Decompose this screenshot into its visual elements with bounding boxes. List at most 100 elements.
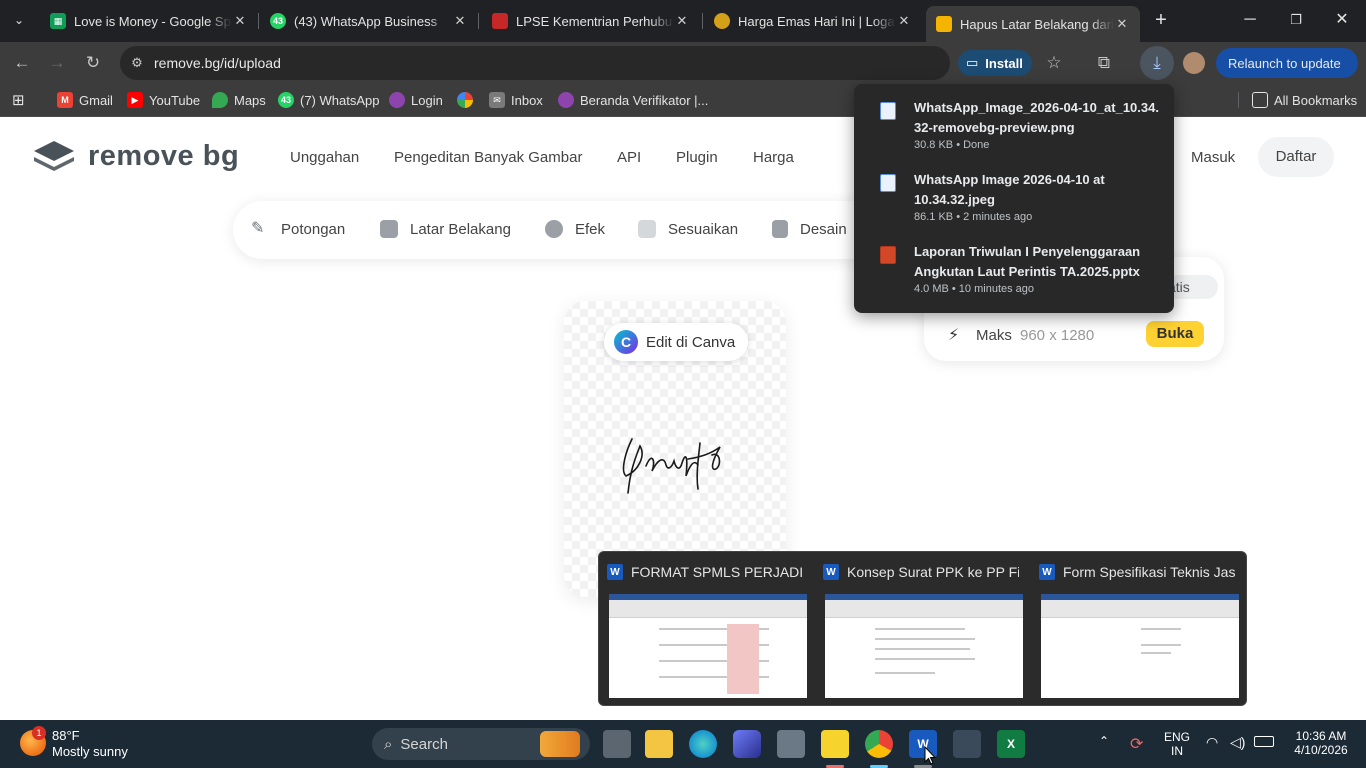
weather-temp[interactable]: 88°F	[52, 728, 80, 743]
login-link[interactable]: Masuk	[1191, 149, 1235, 166]
close-tab-icon[interactable]: ✕	[1114, 16, 1130, 32]
bookmark-photos[interactable]	[457, 91, 479, 109]
signup-button[interactable]: Daftar	[1258, 137, 1334, 177]
tab-title: Hapus Latar Belakang dari G	[960, 16, 1114, 32]
sync-icon[interactable]: ⟳	[1130, 734, 1143, 754]
preview-window-3[interactable]: W Form Spesifikasi Teknis Jas...	[1031, 552, 1239, 707]
gold-icon	[714, 13, 730, 29]
forward-icon[interactable]: →	[44, 50, 70, 76]
excel-icon[interactable]: X	[997, 730, 1025, 758]
tab-whatsapp[interactable]: 43 (43) WhatsApp Business ✕	[260, 6, 478, 36]
install-app-button[interactable]: ▭ Install	[958, 50, 1032, 76]
tool-desain[interactable]: Desain	[772, 220, 847, 238]
preview-title: Konsep Surat PPK ke PP Fi...	[847, 564, 1019, 580]
edit-in-canva-button[interactable]: C Edit di Canva	[604, 323, 748, 361]
camera-icon[interactable]	[777, 730, 805, 758]
search-icon: ⌕	[384, 735, 393, 753]
pinwheel-icon	[457, 92, 473, 108]
chrome-icon[interactable]	[865, 730, 893, 758]
back-icon[interactable]: ←	[9, 50, 35, 76]
whatsapp-icon: 43	[278, 92, 294, 108]
reload-icon[interactable]: ↻	[80, 50, 106, 76]
tab-removebg[interactable]: Hapus Latar Belakang dari G ✕	[926, 6, 1140, 42]
bookmark-maps[interactable]: Maps	[212, 91, 266, 109]
install-label: Install	[985, 55, 1023, 71]
close-window-icon[interactable]: ✕	[1328, 8, 1356, 32]
nav-plugin[interactable]: Plugin	[676, 149, 718, 166]
download-item[interactable]: Laporan Triwulan I Penyelenggaraan Angku…	[854, 228, 1174, 300]
site-info-icon[interactable]: ⚙	[120, 55, 154, 71]
bookmark-youtube[interactable]: ▶ YouTube	[127, 91, 200, 109]
address-bar[interactable]: ⚙ remove.bg/id/upload	[120, 46, 950, 80]
removebg-logo[interactable]: remove bg	[32, 139, 239, 173]
apps-grid-icon[interactable]: ⊞	[12, 91, 25, 109]
download-item[interactable]: WhatsApp Image 2026-04-10 at 10.34.32.jp…	[854, 156, 1174, 228]
preview-window-2[interactable]: W Konsep Surat PPK ke PP Fi...	[815, 552, 1023, 707]
calculator-icon[interactable]	[953, 730, 981, 758]
nav-pengeditan-banyak-gambar[interactable]: Pengeditan Banyak Gambar	[394, 149, 582, 166]
tool-latar-belakang[interactable]: Latar Belakang	[380, 220, 511, 238]
maximize-icon[interactable]: ❐	[1282, 8, 1310, 32]
lang-line2: IN	[1171, 744, 1183, 758]
tab-google-sheets[interactable]: ▦ Love is Money - Google Spre ✕	[40, 6, 258, 36]
tab-lpse[interactable]: LPSE Kementrian Perhubung ✕	[482, 6, 700, 36]
nav-unggahan[interactable]: Unggahan	[290, 149, 359, 166]
nav-api[interactable]: API	[617, 149, 641, 166]
new-tab-icon[interactable]: +	[1150, 9, 1172, 31]
whatsapp-icon: 43	[270, 13, 286, 29]
clock-date: 4/10/2026	[1294, 743, 1348, 757]
language-indicator[interactable]: ENG IN	[1162, 730, 1192, 758]
weather-desc[interactable]: Mostly sunny	[52, 744, 128, 759]
all-bookmarks[interactable]: All Bookmarks	[1252, 91, 1357, 109]
close-tab-icon[interactable]: ✕	[232, 13, 248, 29]
minimize-icon[interactable]: ─	[1236, 8, 1264, 32]
sticky-notes-icon[interactable]	[821, 730, 849, 758]
volume-icon[interactable]: ◁)	[1230, 734, 1245, 751]
word-window-previews: W FORMAT SPMLS PERJADIN... W Konsep Surat …	[598, 551, 1247, 706]
bookmark-whatsapp[interactable]: 43 (7) WhatsApp	[278, 91, 379, 109]
profile-avatar[interactable]	[1183, 52, 1205, 74]
nav-harga[interactable]: Harga	[753, 149, 794, 166]
bookmark-label: Maps	[234, 92, 266, 108]
close-tab-icon[interactable]: ✕	[896, 13, 912, 29]
bookmark-gmail[interactable]: M Gmail	[57, 91, 113, 109]
bookmark-login[interactable]: Login	[389, 91, 443, 109]
download-filename: WhatsApp_Image_2026-04-10_at_10.34.32-re…	[914, 100, 1159, 135]
mail-icon: ✉	[489, 92, 505, 108]
edge-icon[interactable]	[689, 730, 717, 758]
downloads-icon[interactable]: ⤓	[1140, 46, 1174, 80]
preview-window-1[interactable]: W FORMAT SPMLS PERJADIN...	[599, 552, 807, 707]
relaunch-to-update-button[interactable]: Relaunch to update	[1216, 48, 1358, 78]
tool-label: Efek	[575, 220, 606, 238]
open-button[interactable]: Buka	[1146, 321, 1204, 347]
maps-icon	[212, 92, 228, 108]
copilot-icon[interactable]	[733, 730, 761, 758]
clock[interactable]: 10:36 AM 4/10/2026	[1288, 729, 1354, 757]
chevron-up-icon[interactable]: ⌃	[1099, 734, 1109, 748]
tab-search-icon[interactable]: ⌄	[8, 9, 30, 31]
word-icon: W	[823, 564, 839, 580]
tool-efek[interactable]: Efek	[545, 220, 605, 238]
wifi-icon[interactable]: ◠	[1206, 734, 1218, 751]
bookmark-label: Gmail	[79, 92, 113, 108]
task-view-icon[interactable]	[603, 730, 631, 758]
tab-harga-emas[interactable]: Harga Emas Hari Ini | Logam ✕	[704, 6, 922, 36]
bookmark-beranda[interactable]: Beranda Verifikator |...	[558, 91, 708, 109]
bookmark-star-icon[interactable]: ☆	[1041, 50, 1067, 76]
tool-potongan[interactable]: ✎ Potongan	[251, 220, 345, 238]
file-explorer-icon[interactable]	[645, 730, 673, 758]
all-bookmarks-label: All Bookmarks	[1274, 92, 1358, 108]
close-tab-icon[interactable]: ✕	[452, 13, 468, 29]
design-icon	[772, 220, 788, 238]
close-tab-icon[interactable]: ✕	[674, 13, 690, 29]
editor-toolbar: ✎ Potongan Latar Belakang Efek Sesuaikan…	[233, 201, 893, 259]
windows-start-icon[interactable]	[334, 730, 360, 756]
download-item[interactable]: WhatsApp_Image_2026-04-10_at_10.34.32-re…	[854, 84, 1174, 156]
bookmark-inbox[interactable]: ✉ Inbox	[489, 91, 543, 109]
tool-sesuaikan[interactable]: Sesuaikan	[638, 220, 738, 238]
login-icon	[389, 92, 405, 108]
extensions-icon[interactable]: ⧉	[1091, 50, 1117, 76]
taskbar-search[interactable]: ⌕ Search	[372, 728, 590, 760]
battery-icon[interactable]	[1254, 736, 1274, 747]
tab-title: LPSE Kementrian Perhubung	[516, 13, 674, 29]
